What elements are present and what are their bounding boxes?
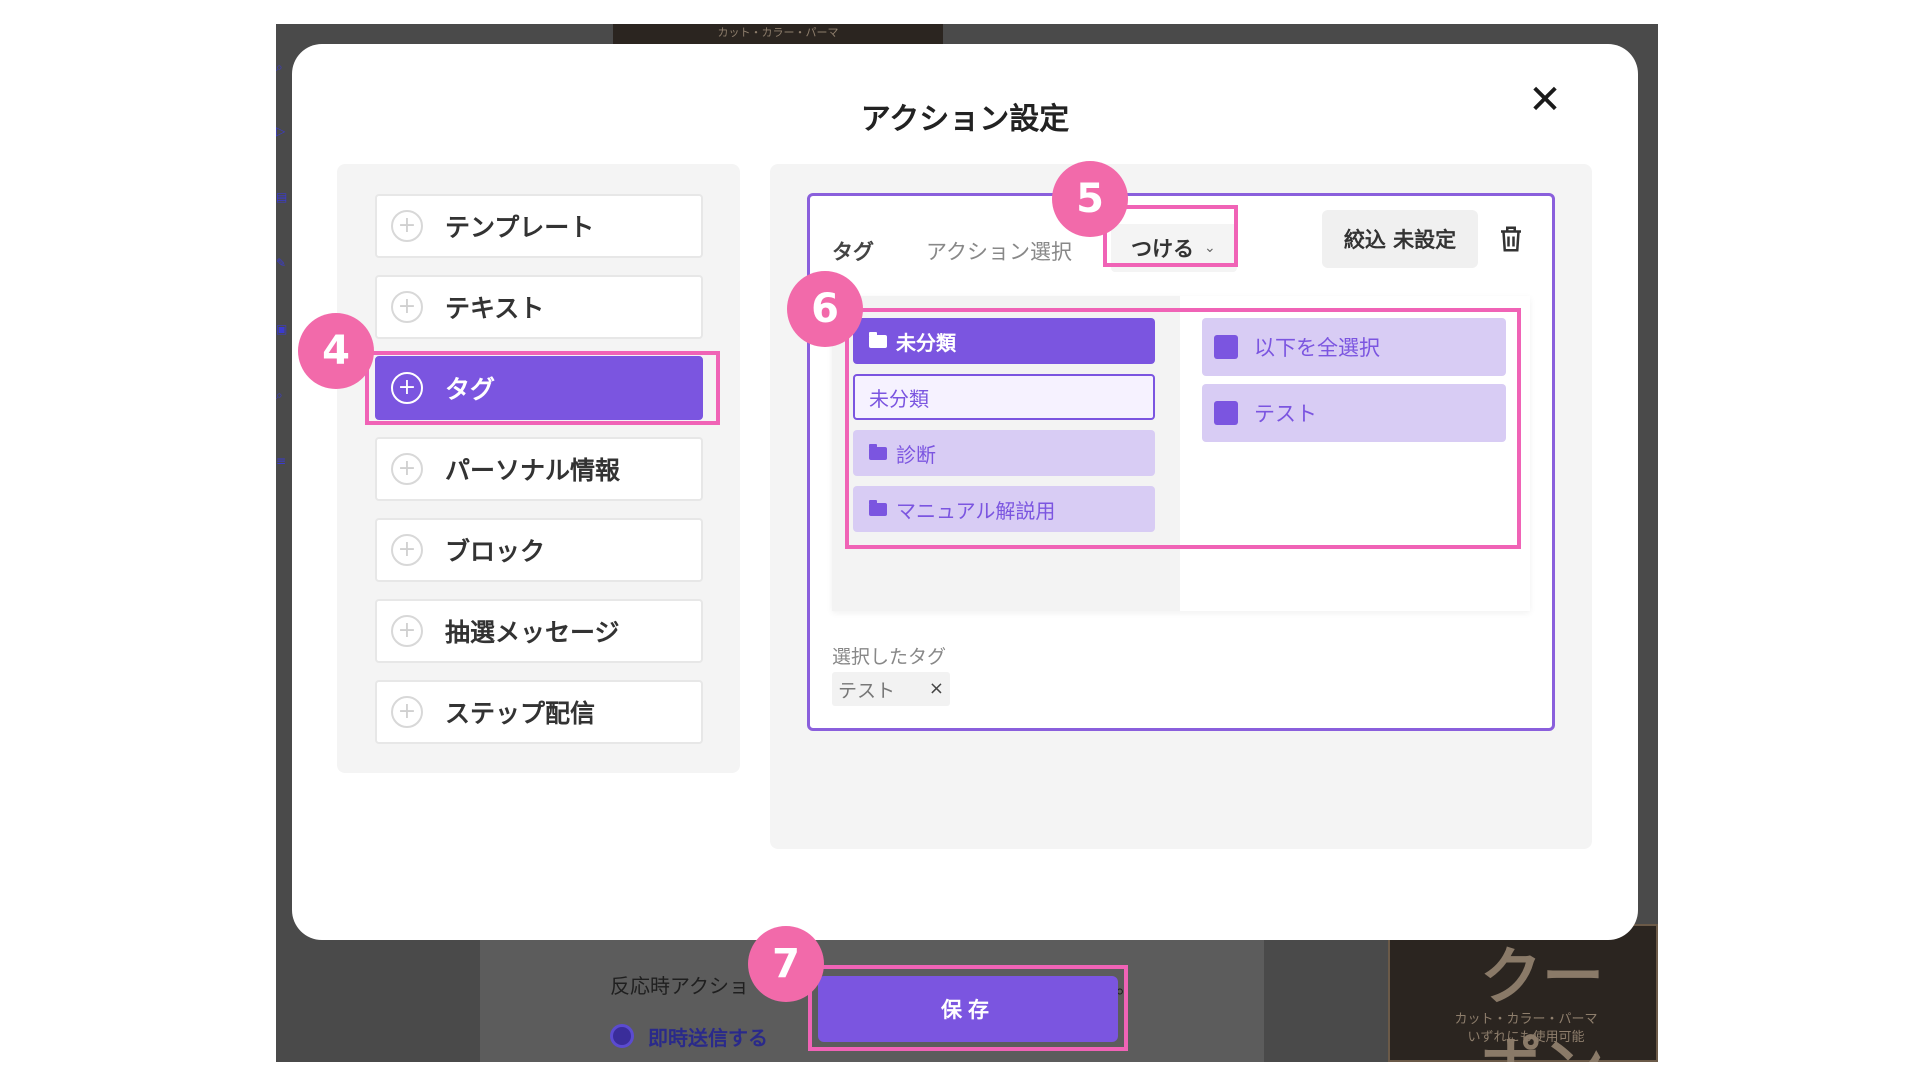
bg-side-icon: ≡ xyxy=(276,454,287,468)
plus-icon: + xyxy=(391,615,423,647)
menu-item-block[interactable]: + ブロック xyxy=(375,518,703,582)
chip-label: テスト xyxy=(838,679,896,702)
bg-top-card: カット・カラー・パーマ xyxy=(613,24,943,44)
menu-item-lottery[interactable]: + 抽選メッセージ xyxy=(375,599,703,663)
selected-tags-label: 選択したタグ xyxy=(832,646,947,668)
filter-button[interactable]: 絞込 未設定 xyxy=(1322,210,1478,268)
menu-item-step[interactable]: + ステップ配信 xyxy=(375,680,703,744)
bg-side-icon: ✎ xyxy=(276,256,287,270)
step-badge: 4 xyxy=(298,313,374,389)
remove-chip-icon[interactable]: × xyxy=(929,678,944,699)
action-select-label: アクション選択 xyxy=(926,240,1072,264)
menu-item-personal-info[interactable]: + パーソナル情報 xyxy=(375,437,703,501)
action-type-menu: + テンプレート + テキスト + タグ + パーソナル情報 + ブロック + … xyxy=(337,164,740,773)
tag-card-label: タグ xyxy=(832,240,874,264)
step-badge: 5 xyxy=(1052,161,1128,237)
step-badge: 6 xyxy=(787,271,863,347)
menu-item-template[interactable]: + テンプレート xyxy=(375,194,703,258)
menu-item-label: ステップ配信 xyxy=(445,699,596,728)
modal-title: アクション設定 xyxy=(860,102,1070,137)
menu-item-label: ブロック xyxy=(445,537,546,566)
bg-radio-label: 即時送信する xyxy=(648,1026,768,1050)
bg-side-icon: ▤ xyxy=(276,190,288,204)
bg-side-icon: ⌕ xyxy=(276,388,283,402)
bg-side-icon: ⌕ xyxy=(276,60,283,74)
bg-reaction-text: 反応時アクショ xyxy=(610,974,749,998)
trash-icon[interactable] xyxy=(1496,224,1526,254)
menu-item-label: テンプレート xyxy=(445,213,595,242)
menu-item-label: パーソナル情報 xyxy=(445,456,621,485)
bg-coupon: クーポン カット・カラー・パーマ いずれにも使用可能 xyxy=(1388,924,1658,1062)
plus-icon: + xyxy=(391,210,423,242)
selected-tag-chip: テスト × xyxy=(832,672,950,706)
bg-side-icon: ▣ xyxy=(276,322,288,336)
plus-icon: + xyxy=(391,534,423,566)
bg-side-icon: ▷ xyxy=(276,124,286,138)
plus-icon: + xyxy=(391,453,423,485)
highlight-box xyxy=(845,308,1521,549)
plus-icon: + xyxy=(391,696,423,728)
highlight-box xyxy=(365,351,720,425)
bg-coupon-sub: いずれにも使用可能 xyxy=(1467,1030,1585,1045)
close-icon[interactable]: ✕ xyxy=(1525,80,1565,120)
bg-coupon-sub: カット・カラー・パーマ xyxy=(1454,1012,1598,1027)
menu-item-label: テキスト xyxy=(445,294,545,323)
step-badge: 7 xyxy=(748,926,824,1002)
bg-radio xyxy=(610,1024,634,1048)
menu-item-text[interactable]: + テキスト xyxy=(375,275,703,339)
menu-item-label: 抽選メッセージ xyxy=(445,618,620,647)
highlight-box xyxy=(808,965,1128,1051)
plus-icon: + xyxy=(391,291,423,323)
